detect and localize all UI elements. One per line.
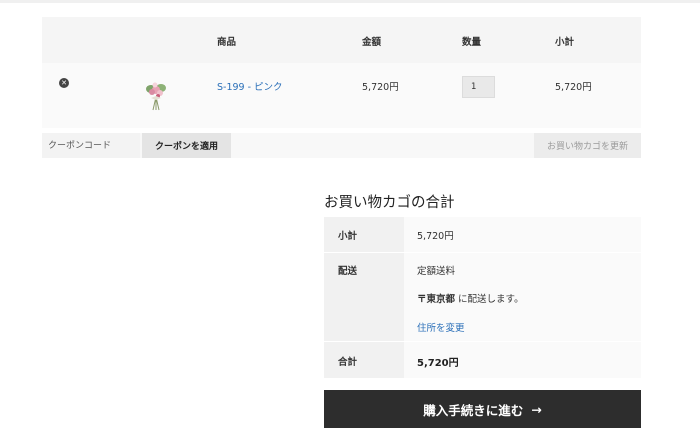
total-value: 5,720円 (417, 358, 459, 369)
item-subtotal: 5,720円 (555, 82, 592, 93)
shipping-destination-text: に配送します。 (455, 294, 524, 305)
header-subtotal: 小計 (555, 37, 575, 48)
shipping-label: 配送 (338, 266, 358, 277)
total-label: 合計 (338, 357, 358, 368)
table-row: ✕ S-199 - ピンク 5,720円 5,720円 (42, 63, 641, 128)
header-product: 商品 (217, 37, 237, 48)
item-price: 5,720円 (362, 82, 399, 93)
change-address-link[interactable]: 住所を変更 (417, 320, 465, 334)
flower-bouquet-thumbnail[interactable] (143, 77, 169, 111)
header-price: 金額 (362, 37, 382, 48)
cart-table: 商品 金額 数量 小計 ✕ S-199 - ピンク 5,720円 5,720円 (42, 17, 641, 128)
arrow-right-icon: → (531, 401, 542, 417)
subtotal-label: 小計 (338, 231, 358, 242)
close-circle-icon[interactable]: ✕ (59, 78, 69, 88)
product-link[interactable]: S-199 - ピンク (217, 79, 283, 93)
coupon-bar: クーポンを適用 お買い物カゴを更新 (42, 133, 641, 158)
coupon-code-input[interactable] (42, 133, 140, 158)
cart-totals-title: お買い物カゴの合計 (324, 195, 455, 211)
header-quantity: 数量 (462, 37, 482, 48)
shipping-region: 東京都 (426, 294, 456, 305)
quantity-input[interactable] (462, 76, 495, 98)
subtotal-value: 5,720円 (417, 231, 454, 242)
checkout-button[interactable]: 購入手続きに進む → (324, 390, 641, 428)
apply-coupon-button[interactable]: クーポンを適用 (142, 133, 231, 158)
shipping-method: 定額送料 (417, 266, 456, 277)
top-border (0, 0, 700, 3)
postal-mark: 〒 (417, 294, 427, 305)
update-cart-button[interactable]: お買い物カゴを更新 (534, 133, 641, 158)
shipping-destination: 〒東京都 に配送します。 (417, 291, 524, 305)
cart-totals-table: 小計 5,720円 配送 定額送料 〒東京都 に配送します。 住所を変更 合計 … (324, 217, 641, 378)
cart-table-header: 商品 金額 数量 小計 (42, 17, 641, 63)
checkout-label: 購入手続きに進む (423, 402, 524, 418)
